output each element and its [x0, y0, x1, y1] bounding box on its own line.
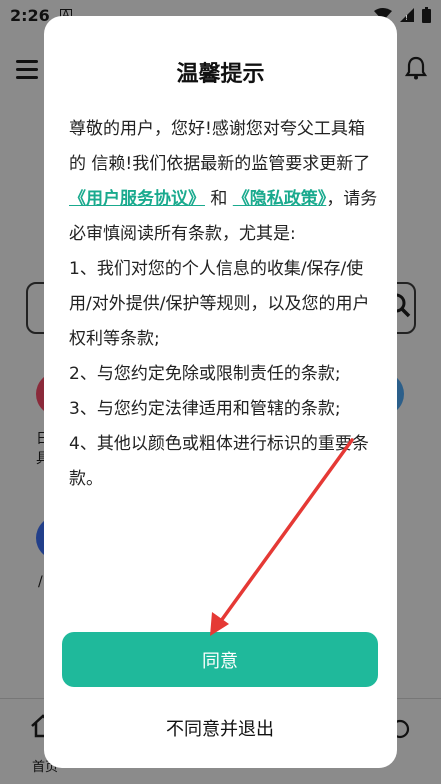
dialog-item-3: 3、与您约定法律适用和管辖的条款; [69, 399, 341, 419]
dialog-and-text: 和 [210, 189, 228, 209]
menu-icon [16, 60, 38, 84]
status-time: 2:26 [10, 5, 50, 25]
privacy-dialog: 温馨提示 尊敬的用户，您好!感谢您对夸父工具箱的 信赖!我们依据最新的监管要求更… [44, 16, 397, 768]
privacy-policy-link[interactable]: 《隐私政策》 [233, 189, 327, 209]
signal-icon: ! [400, 8, 414, 22]
dialog-item-4: 4、其他以颜色或粗体进行标识的重要条 款。 [69, 434, 369, 489]
agree-button[interactable]: 同意 [62, 632, 378, 687]
dialog-item-1: 1、我们对您的个人信息的收集/保存/使 用/对外提供/保护等规则，以及您的用户 … [69, 259, 370, 349]
user-agreement-link[interactable]: 《用户服务协议》 [69, 189, 205, 209]
bell-icon [404, 56, 428, 86]
dialog-item-2: 2、与您约定免除或限制责任的条款; [69, 364, 341, 384]
dialog-intro-text-1: 尊敬的用户，您好!感谢您对夸父工具箱的 信赖!我们依据最新的监管要求更新了 [69, 119, 371, 174]
dialog-body: 尊敬的用户，您好!感谢您对夸父工具箱的 信赖!我们依据最新的监管要求更新了 《用… [69, 112, 379, 497]
dialog-intro: 尊敬的用户，您好!感谢您对夸父工具箱的 信赖!我们依据最新的监管要求更新了 《用… [69, 112, 379, 252]
disagree-exit-button[interactable]: 不同意并退出 [62, 710, 378, 746]
battery-icon [422, 7, 431, 23]
dialog-title: 温馨提示 [176, 62, 265, 87]
svg-text:!: ! [405, 14, 408, 22]
background-label-3: / [38, 574, 43, 590]
